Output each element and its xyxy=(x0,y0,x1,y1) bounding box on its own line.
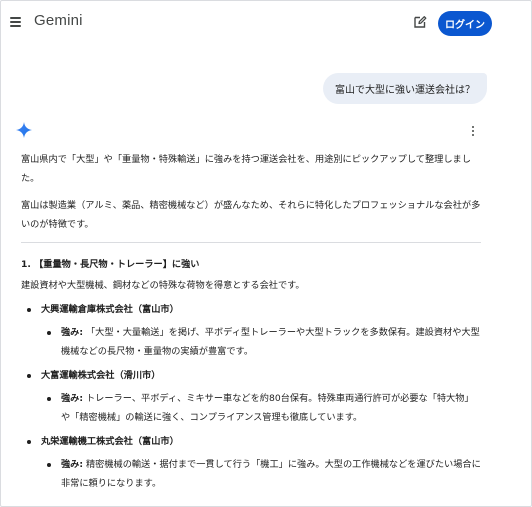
app-title: Gemini xyxy=(34,12,83,29)
section-intro: 建設資材や大型機械、鋼材などの特殊な荷物を得意とする会社です。 xyxy=(21,280,305,291)
company-strength: 強み: トレーラー、平ボディ、ミキサー車などを約80台保有。特殊車両通行許可が必… xyxy=(21,389,481,427)
top-bar: Gemini ログイン xyxy=(0,0,532,46)
section-heading: 1. 【重量物・長尺物・トレーラー】に強い xyxy=(21,259,200,270)
response-body: 富山県内で「大型」や「重量物・特殊輸送」に強みを持つ運送会社を、用途別にピックア… xyxy=(21,150,481,498)
strength-label: 強み: xyxy=(61,393,84,404)
user-message-bubble: 富山で大型に強い運送会社は？ xyxy=(323,73,487,104)
company-name: 丸栄運輸機工株式会社（富山市） xyxy=(21,432,481,451)
strength-label: 強み: xyxy=(61,459,84,470)
edit-icon[interactable] xyxy=(412,14,428,30)
company-name: 大富運輸株式会社（滑川市） xyxy=(21,366,481,385)
strength-text: 「大型・大量輸送」を掲げ、平ボディ型トレーラーや大型トラックを多数保有。建設資材… xyxy=(61,327,480,357)
response-intro-1: 富山県内で「大型」や「重量物・特殊輸送」に強みを持つ運送会社を、用途別にピックア… xyxy=(21,154,471,184)
company-name: 大興運輸倉庫株式会社（富山市） xyxy=(21,300,481,319)
response-intro-2: 富山は製造業（アルミ、薬品、精密機械など）が盛んなため、それらに特化したプロフェ… xyxy=(21,200,481,230)
strength-text: トレーラー、平ボディ、ミキサー車などを約80台保有。特殊車両通行許可が必要な「特… xyxy=(61,393,474,423)
gemini-sparkle-icon xyxy=(16,122,32,138)
company-strength: 強み: 精密機械の輸送・据付まで一貫して行う「機工」に強み。大型の工作機械などを… xyxy=(21,455,481,493)
strength-label: 強み: xyxy=(61,327,84,338)
strength-text: 精密機械の輸送・据付まで一貫して行う「機工」に強み。大型の工作機械などを運びたい… xyxy=(61,459,481,489)
menu-icon[interactable] xyxy=(9,15,23,29)
login-button[interactable]: ログイン xyxy=(438,11,492,36)
more-vert-icon[interactable] xyxy=(468,124,478,138)
section-divider xyxy=(21,242,481,243)
company-strength: 強み: 「大型・大量輸送」を掲げ、平ボディ型トレーラーや大型トラックを多数保有。… xyxy=(21,323,481,361)
